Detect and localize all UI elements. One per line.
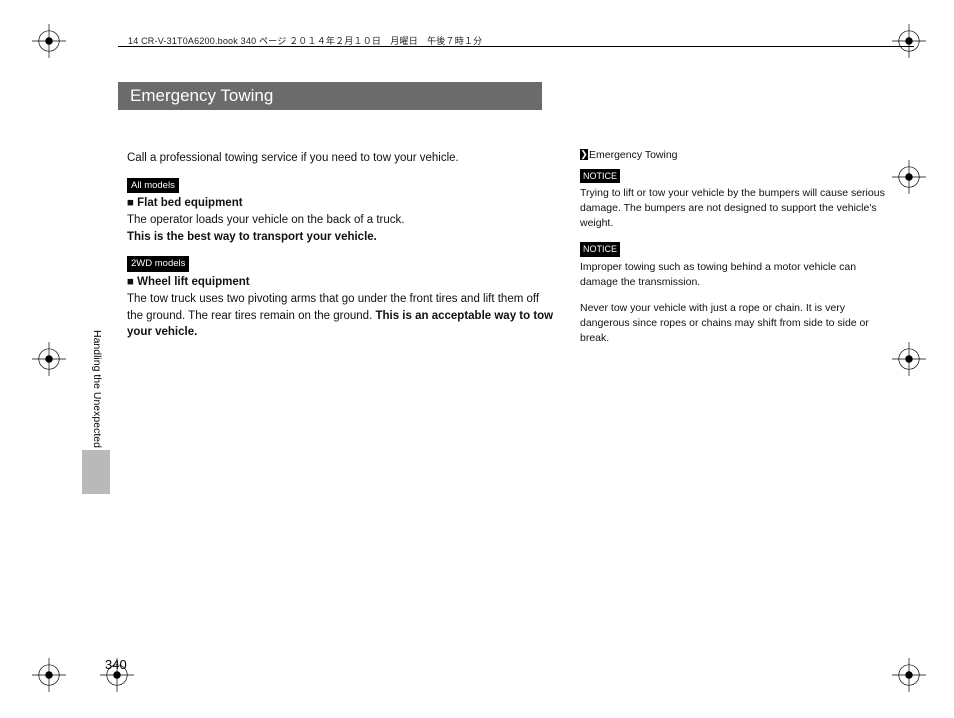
chevron-icon: ❯ — [580, 149, 588, 160]
main-content: Call a professional towing service if yo… — [127, 150, 557, 351]
registration-mark-icon — [892, 24, 926, 58]
notice-tag: NOTICE — [580, 242, 620, 257]
wheel-lift-paragraph: The tow truck uses two pivoting arms tha… — [127, 291, 557, 341]
notice-text-2: Improper towing such as towing behind a … — [580, 260, 890, 289]
header-rule — [118, 46, 914, 47]
flatbed-best-way: This is the best way to transport your v… — [127, 231, 377, 243]
registration-mark-icon — [892, 658, 926, 692]
intro-text: Call a professional towing service if yo… — [127, 150, 557, 167]
rope-chain-warning: Never tow your vehicle with just a rope … — [580, 301, 890, 345]
flatbed-text: The operator loads your vehicle on the b… — [127, 214, 404, 226]
sidebar-content: ❯Emergency Towing NOTICE Trying to lift … — [580, 148, 890, 357]
sidebar-heading: ❯Emergency Towing — [580, 148, 890, 163]
registration-mark-icon — [32, 342, 66, 376]
registration-mark-icon — [892, 160, 926, 194]
notice-tag: NOTICE — [580, 169, 620, 184]
subheading-wheel-lift: ■ Wheel lift equipment — [127, 276, 250, 288]
notice-text-1: Trying to lift or tow your vehicle by th… — [580, 186, 890, 230]
page-title: Emergency Towing — [118, 82, 542, 110]
registration-mark-icon — [892, 342, 926, 376]
model-tag-all: All models — [127, 178, 179, 194]
registration-mark-icon — [32, 658, 66, 692]
registration-mark-icon — [32, 24, 66, 58]
page-number: 340 — [105, 657, 127, 672]
thumb-tab — [82, 450, 110, 494]
model-tag-2wd: 2WD models — [127, 256, 189, 272]
section-label-vertical: Handling the Unexpected — [91, 330, 103, 448]
sidebar-heading-text: Emergency Towing — [589, 149, 678, 161]
flatbed-paragraph: The operator loads your vehicle on the b… — [127, 212, 557, 245]
manual-page: 14 CR-V-31T0A6200.book 340 ページ ２０１４年２月１０… — [0, 0, 954, 718]
subheading-flatbed: ■ Flat bed equipment — [127, 197, 243, 209]
